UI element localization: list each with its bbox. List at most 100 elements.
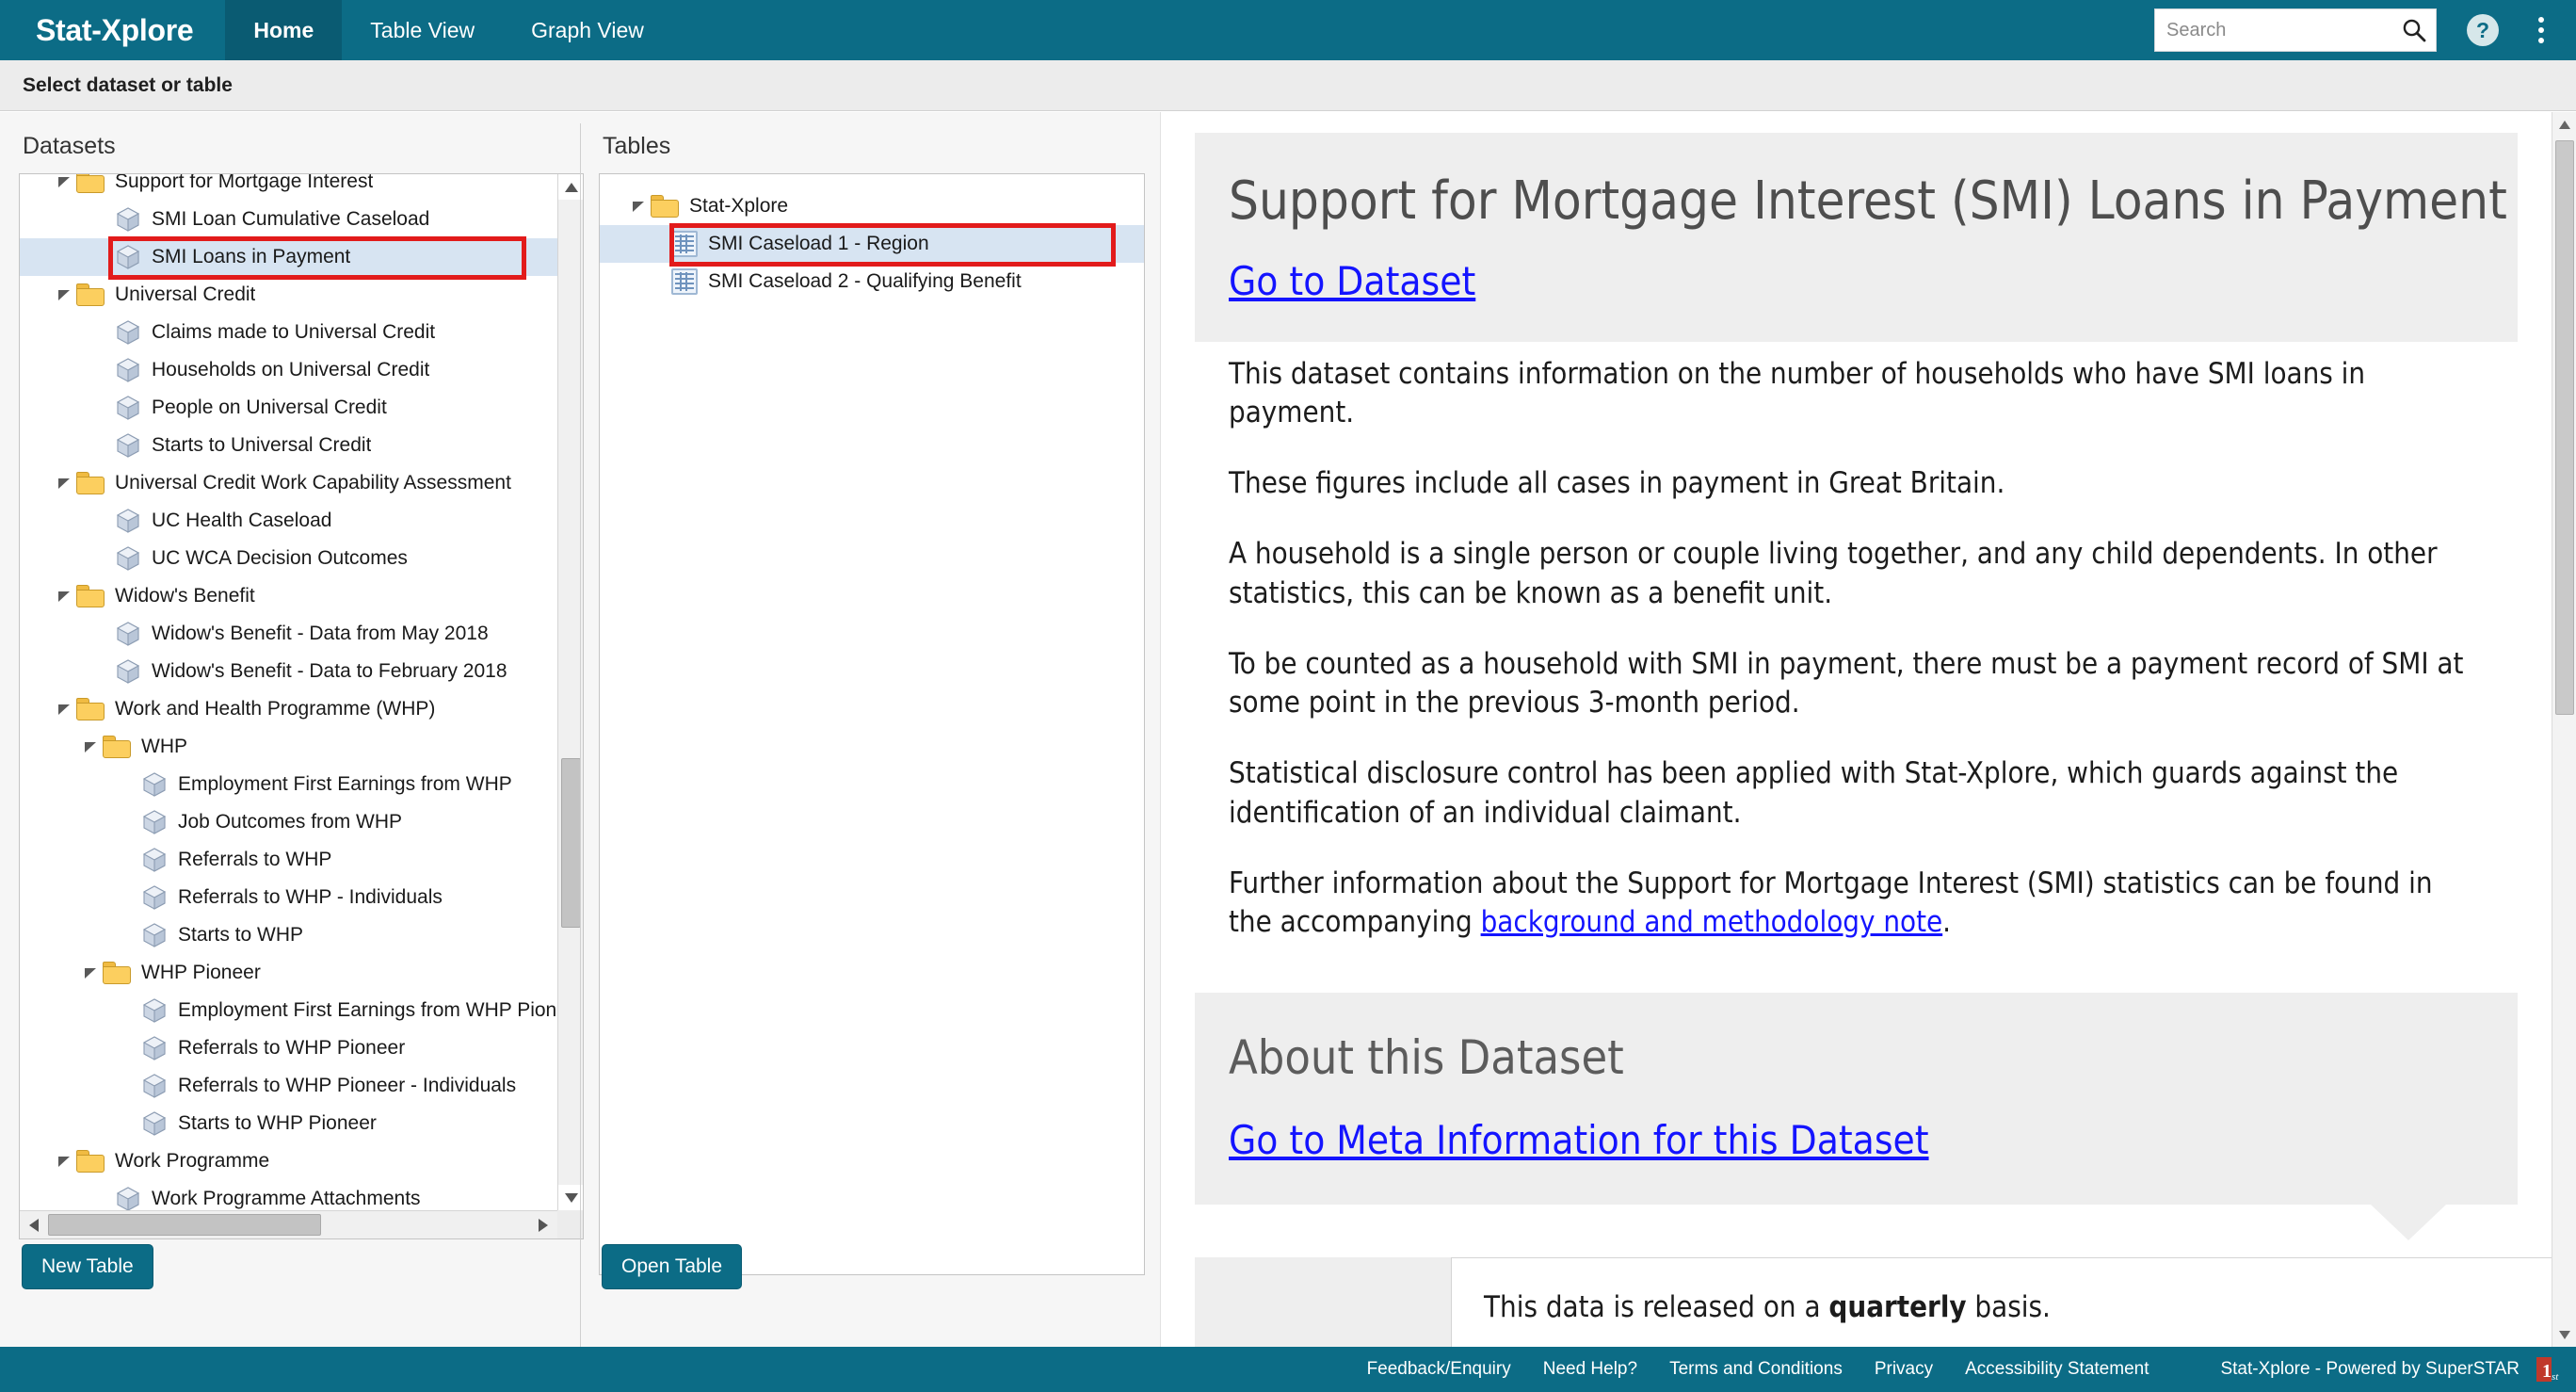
content-scroll-up-arrow-icon[interactable]: [2552, 112, 2576, 137]
datasets-tree[interactable]: Support for Mortgage Interest SMI Loan Cu…: [20, 174, 557, 1210]
dataset-tree-node[interactable]: Universal Credit: [20, 276, 557, 314]
dataset-tree-node-label: Employment First Earnings from WHP: [178, 773, 512, 795]
help-button[interactable]: ?: [2461, 8, 2504, 52]
dataset-tree-node[interactable]: Employment First Earnings from WHP Pione…: [20, 992, 557, 1029]
go-to-meta-information-link[interactable]: Go to Meta Information for this Dataset: [1229, 1117, 1929, 1163]
tree-collapse-arrow-icon[interactable]: [52, 590, 76, 603]
footer-link-terms[interactable]: Terms and Conditions: [1669, 1359, 1843, 1380]
dataset-cube-icon: [114, 657, 142, 686]
dataset-tree-node[interactable]: Work and Health Programme (WHP): [20, 690, 557, 728]
dataset-tree-node[interactable]: Employment First Earnings from WHP: [20, 766, 557, 803]
dataset-tree-node[interactable]: Job Outcomes from WHP: [20, 803, 557, 841]
content-scroll-down-arrow-icon[interactable]: [2552, 1322, 2576, 1347]
dataset-tree-node[interactable]: Referrals to WHP - Individuals: [20, 879, 557, 916]
footer-link-feedback[interactable]: Feedback/Enquiry: [1367, 1359, 1511, 1380]
release-frequency-text: This data is released on a quarterly bas…: [1484, 1290, 2545, 1324]
dataset-tree-node[interactable]: Universal Credit Work Capability Assessm…: [20, 464, 557, 502]
new-table-button[interactable]: New Table: [22, 1244, 153, 1289]
dataset-tree-node-label: WHP Pioneer: [141, 962, 261, 983]
dataset-tree-node[interactable]: Starts to Universal Credit: [20, 427, 557, 464]
powered-by-text: Stat-Xplore - Powered by SuperSTAR: [2220, 1359, 2520, 1379]
scroll-left-arrow-icon[interactable]: [20, 1211, 48, 1239]
content-vertical-scrollbar[interactable]: [2552, 112, 2576, 1347]
svg-text:1: 1: [2542, 1361, 2552, 1382]
footer-link-accessibility[interactable]: Accessibility Statement: [1965, 1359, 2149, 1380]
dataset-tree-node-label: Work and Health Programme (WHP): [115, 698, 436, 720]
description-paragraph: These figures include all cases in payme…: [1229, 466, 2005, 501]
footer-link-need-help[interactable]: Need Help?: [1543, 1359, 1637, 1380]
table-tree-node[interactable]: SMI Caseload 2 - Qualifying Benefit: [600, 263, 1144, 300]
dataset-tree-node[interactable]: UC Health Caseload: [20, 502, 557, 540]
dataset-tree-node-label: Referrals to WHP - Individuals: [178, 886, 443, 908]
dataset-tree-node-label: People on Universal Credit: [152, 397, 387, 418]
dataset-cube-icon: [140, 846, 169, 874]
dataset-tree-node[interactable]: UC WCA Decision Outcomes: [20, 540, 557, 577]
release-frequency-suffix: basis.: [1966, 1290, 2051, 1325]
dataset-tree-node[interactable]: Work Programme Attachments: [20, 1180, 557, 1210]
horizontal-scroll-track[interactable]: [48, 1211, 529, 1239]
dataset-tree-node-label: Referrals to WHP Pioneer - Individuals: [178, 1075, 517, 1096]
open-table-button[interactable]: Open Table: [602, 1244, 743, 1289]
tables-tree[interactable]: Stat-Xplore SMI Caseload 1 - Region SMI Ca…: [600, 174, 1144, 300]
datasets-scroll-thumb[interactable]: [561, 758, 581, 928]
horizontal-scroll-thumb[interactable]: [48, 1213, 321, 1236]
dataset-tree-node[interactable]: Widow's Benefit: [20, 577, 557, 615]
datasets-vertical-scrollbar[interactable]: [557, 174, 583, 1210]
datasets-horizontal-scrollbar[interactable]: [20, 1210, 557, 1238]
dataset-tree-node[interactable]: Widow's Benefit - Data to February 2018: [20, 653, 557, 690]
nav-tab-table-view[interactable]: Table View: [342, 0, 503, 60]
nav-tab-home[interactable]: Home: [225, 0, 343, 60]
further-info-suffix: .: [1942, 904, 1952, 939]
dataset-info-panel: Support for Mortgage Interest (SMI) Loan…: [1160, 112, 2576, 1347]
tree-collapse-arrow-icon[interactable]: [52, 288, 76, 301]
search-icon[interactable]: [2402, 18, 2426, 47]
dataset-tree-node[interactable]: Referrals to WHP Pioneer - Individuals: [20, 1067, 557, 1105]
dataset-tree-node[interactable]: Referrals to WHP Pioneer: [20, 1029, 557, 1067]
tables-tree-container: Stat-Xplore SMI Caseload 1 - Region SMI Ca…: [599, 173, 1145, 1275]
dataset-tree-node[interactable]: Work Programme: [20, 1142, 557, 1180]
search-box[interactable]: [2154, 8, 2437, 52]
folder-icon: [76, 585, 106, 607]
scroll-right-arrow-icon[interactable]: [529, 1211, 557, 1239]
dataset-tree-node[interactable]: Starts to WHP Pioneer: [20, 1105, 557, 1142]
dataset-tree-node[interactable]: Referrals to WHP: [20, 841, 557, 879]
dataset-tree-node[interactable]: WHP: [20, 728, 557, 766]
folder-icon: [76, 1150, 106, 1173]
datasets-panel: Datasets Support for Mortgage Interest SM…: [19, 123, 584, 1301]
dataset-tree-node[interactable]: Starts to WHP: [20, 916, 557, 954]
tree-collapse-arrow-icon[interactable]: [52, 1155, 76, 1168]
dataset-tree-node[interactable]: Support for Mortgage Interest: [20, 174, 557, 201]
dataset-tree-node[interactable]: People on Universal Credit: [20, 389, 557, 427]
tree-collapse-arrow-icon[interactable]: [52, 175, 76, 188]
dataset-tree-node[interactable]: Widow's Benefit - Data from May 2018: [20, 615, 557, 653]
background-methodology-note-link[interactable]: background and methodology note: [1481, 905, 1943, 939]
release-frequency-prefix: This data is released on a: [1484, 1290, 1829, 1325]
dataset-tree-node[interactable]: Claims made to Universal Credit: [20, 314, 557, 351]
folder-icon: [651, 195, 681, 218]
overflow-menu-button[interactable]: [2525, 8, 2557, 52]
tree-collapse-arrow-icon[interactable]: [52, 477, 76, 490]
dataset-cube-icon: [114, 544, 142, 573]
description-paragraph: A household is a single person or couple…: [1229, 537, 2438, 610]
footer-link-privacy[interactable]: Privacy: [1875, 1359, 1933, 1380]
kebab-dot: [2538, 38, 2544, 43]
table-tree-node[interactable]: SMI Caseload 1 - Region: [600, 225, 1144, 263]
tree-collapse-arrow-icon[interactable]: [78, 966, 103, 979]
dataset-tree-node[interactable]: SMI Loans in Payment: [20, 238, 557, 276]
dataset-tree-node-label: Starts to WHP Pioneer: [178, 1112, 377, 1134]
search-input[interactable]: [2155, 10, 2381, 50]
dataset-cube-icon: [114, 356, 142, 384]
content-scroll-thumb[interactable]: [2555, 140, 2574, 715]
tree-collapse-arrow-icon[interactable]: [52, 703, 76, 716]
table-tree-node[interactable]: Stat-Xplore: [600, 187, 1144, 225]
nav-tab-graph-view[interactable]: Graph View: [503, 0, 672, 60]
folder-icon: [103, 736, 133, 758]
dataset-tree-node-label: Referrals to WHP: [178, 849, 332, 870]
tree-collapse-arrow-icon[interactable]: [78, 740, 103, 753]
dataset-cube-icon: [140, 1109, 169, 1138]
go-to-dataset-link[interactable]: Go to Dataset: [1229, 258, 1475, 304]
dataset-tree-node[interactable]: Households on Universal Credit: [20, 351, 557, 389]
dataset-tree-node[interactable]: SMI Loan Cumulative Caseload: [20, 201, 557, 238]
dataset-tree-node[interactable]: WHP Pioneer: [20, 954, 557, 992]
tree-collapse-arrow-icon[interactable]: [626, 200, 651, 213]
